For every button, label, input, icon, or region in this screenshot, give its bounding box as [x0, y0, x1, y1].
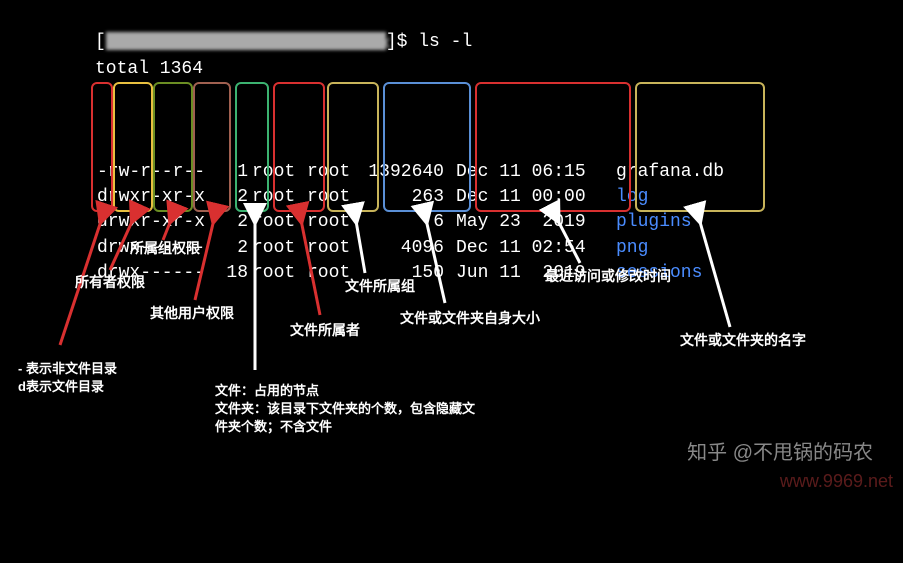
prompt-host-blurred: xxxxx-xx-xx.xxx-xxxxxx-1 xxxx	[106, 32, 386, 50]
col-links: 18	[210, 261, 250, 286]
col-date: Dec 11 00:00	[450, 185, 610, 210]
col-size: 1392640	[360, 160, 450, 185]
col-owner: root	[250, 160, 305, 185]
label-size: 文件或文件夹自身大小	[400, 308, 540, 328]
prompt-open: [	[95, 32, 106, 52]
listing-row: drwxr-xr-x2rootroot263Dec 11 00:00log	[95, 185, 750, 210]
col-size: 4096	[360, 236, 450, 261]
col-owner: root	[250, 185, 305, 210]
label-links-1: 文件：占用的节点	[215, 380, 319, 399]
label-name: 文件或文件夹的名字	[680, 330, 806, 350]
terminal-output: [xxxxx-xx-xx.xxx-xxxxxx-1 xxxx]$ ls -l t…	[95, 30, 750, 563]
col-perm: drwxr-xr-x	[95, 185, 210, 210]
col-group: root	[305, 236, 360, 261]
col-group: root	[305, 185, 360, 210]
col-name: grafana.db	[610, 160, 750, 185]
col-date: Dec 11 06:15	[450, 160, 610, 185]
watermark-zhihu: 知乎 @不甩锅的码农	[687, 436, 873, 465]
command: ls -l	[418, 32, 472, 52]
col-size: 263	[360, 185, 450, 210]
col-links: 1	[210, 160, 250, 185]
col-name: png	[610, 236, 750, 261]
label-links-3: 件夹个数；不含文件	[215, 416, 332, 435]
col-date: Dec 11 02:54	[450, 236, 610, 261]
label-date: 最近访问或修改时间	[545, 266, 671, 286]
label-owner: 文件所属者	[290, 320, 360, 340]
col-links: 2	[210, 210, 250, 235]
col-perm: drwxr-xr-x	[95, 210, 210, 235]
col-name: log	[610, 185, 750, 210]
label-filetype-2: d表示文件目录	[18, 376, 104, 395]
col-size: 6	[360, 210, 450, 235]
col-perm: -rw-r--r--	[95, 160, 210, 185]
col-date: May 23 2019	[450, 210, 610, 235]
col-group: root	[305, 210, 360, 235]
col-links: 2	[210, 185, 250, 210]
col-name: plugins	[610, 210, 750, 235]
listing-row: -rw-r--r--1rootroot1392640Dec 11 06:15gr…	[95, 160, 750, 185]
col-group: root	[305, 160, 360, 185]
prompt-line: [xxxxx-xx-xx.xxx-xxxxxx-1 xxxx]$ ls -l	[95, 30, 750, 55]
col-owner: root	[250, 210, 305, 235]
label-links-2: 文件夹：该目录下文件夹的个数，包含隐藏文	[215, 398, 475, 417]
col-owner: root	[250, 236, 305, 261]
total-line: total 1364	[95, 57, 750, 82]
watermark-url: www.9969.net	[780, 471, 893, 492]
label-other-perm: 其他用户权限	[150, 303, 234, 323]
label-group-perm: 所属组权限	[130, 238, 200, 258]
col-owner: root	[250, 261, 305, 286]
listing-row: drwxr-xr-x2rootroot6May 23 2019plugins	[95, 210, 750, 235]
label-owner-perm: 所有者权限	[75, 272, 145, 292]
col-links: 2	[210, 236, 250, 261]
label-group: 文件所属组	[345, 276, 415, 296]
label-filetype-1: - 表示非文件目录	[18, 358, 117, 377]
